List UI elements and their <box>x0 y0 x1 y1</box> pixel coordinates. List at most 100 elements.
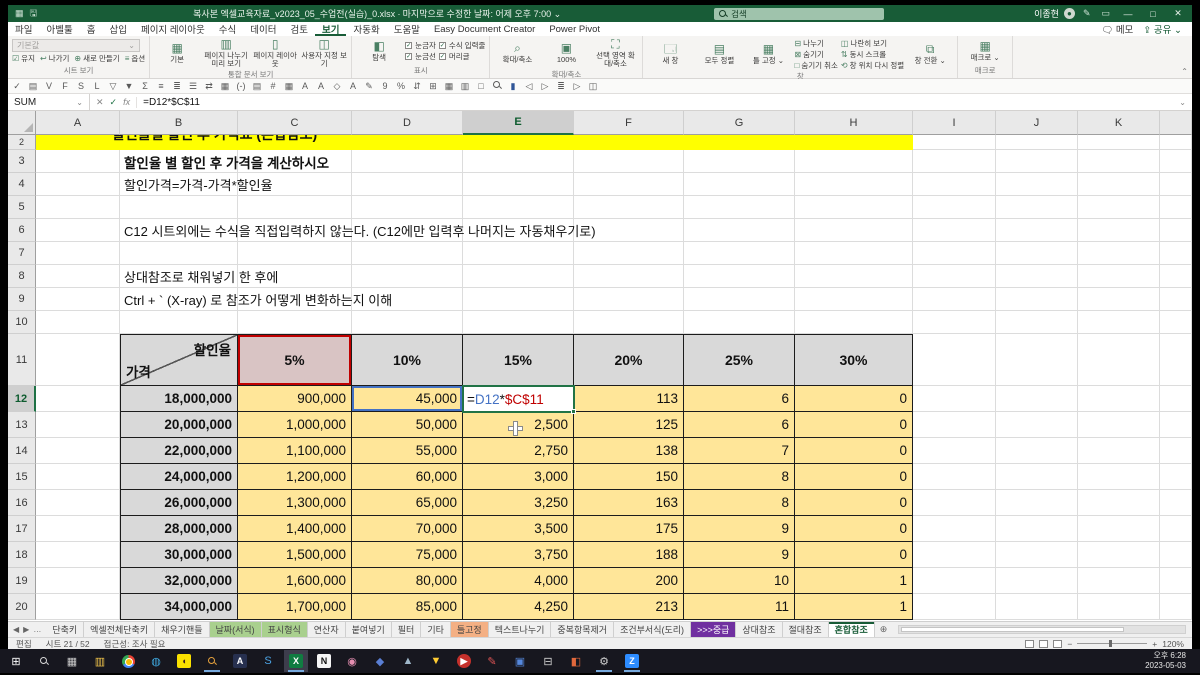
cell-F5[interactable] <box>574 196 684 219</box>
accessibility-status[interactable]: 접근성: 조사 필요 <box>104 638 166 650</box>
sheet-tab-기타[interactable]: 기타 <box>421 622 451 637</box>
ribbon-button-새로 만들기[interactable]: ⊕새로 만들기 <box>74 53 119 63</box>
row-header-19[interactable]: 19 <box>8 568 36 594</box>
cell-L10[interactable] <box>1160 311 1192 334</box>
cell-G10[interactable] <box>684 311 795 334</box>
sheet-tab-상대참조[interactable]: 상대참조 <box>736 622 782 637</box>
printer-icon[interactable]: ⊟ <box>536 650 560 672</box>
cell-A20[interactable] <box>36 594 120 620</box>
value-cell-F20[interactable]: 213 <box>574 594 684 620</box>
price-cell-B18[interactable]: 30,000,000 <box>120 542 238 568</box>
value-cell-C16[interactable]: 1,300,000 <box>238 490 352 516</box>
cell-L6[interactable] <box>1160 219 1192 242</box>
name-box[interactable]: SUM⌄ <box>8 94 90 110</box>
qat-icon-21[interactable]: A <box>348 81 358 91</box>
cell-D4[interactable] <box>352 173 463 196</box>
ribbon-button-나란히 보기[interactable]: ◫나란히 보기 <box>841 38 904 48</box>
ribbon-button-페이지 레이아웃[interactable]: ▯페이지 레이아웃 <box>252 38 298 68</box>
page-break-view-icon[interactable] <box>1053 640 1062 648</box>
value-cell-C17[interactable]: 1,400,000 <box>238 516 352 542</box>
horizontal-scrollbar[interactable] <box>898 625 1186 634</box>
cell-C10[interactable] <box>238 311 352 334</box>
cell-A13[interactable] <box>36 412 120 438</box>
sheet-tab-표시형식[interactable]: 표시형식 <box>262 622 308 637</box>
value-cell-H15[interactable]: 0 <box>795 464 913 490</box>
page-layout-view-icon[interactable] <box>1039 640 1048 648</box>
value-cell-H16[interactable]: 0 <box>795 490 913 516</box>
qat-icon-18[interactable]: A <box>300 81 310 91</box>
cell-I14[interactable] <box>913 438 996 464</box>
cell-F10[interactable] <box>574 311 684 334</box>
rate-header-5%[interactable]: 5% <box>238 334 352 386</box>
select-all-button[interactable] <box>8 111 36 135</box>
browser-icon[interactable]: ◍ <box>144 650 168 672</box>
cell-L15[interactable] <box>1160 464 1192 490</box>
checkbox-눈금자[interactable]: ✓눈금자 <box>405 41 436 51</box>
ribbon-button-옵션[interactable]: ≡옵션 <box>125 53 145 63</box>
price-cell-B12[interactable]: 18,000,000 <box>120 386 238 412</box>
cell-J18[interactable] <box>996 542 1078 568</box>
search-app-icon[interactable] <box>200 650 224 672</box>
cell-K15[interactable] <box>1078 464 1160 490</box>
price-cell-B13[interactable]: 20,000,000 <box>120 412 238 438</box>
normal-view-icon[interactable] <box>1025 640 1034 648</box>
value-cell-G19[interactable]: 10 <box>684 568 795 594</box>
rate-header-30%[interactable]: 30% <box>795 334 913 386</box>
value-cell-C14[interactable]: 1,100,000 <box>238 438 352 464</box>
sheet-tab-날짜(서식)[interactable]: 날짜(서식) <box>210 622 262 637</box>
cell-K9[interactable] <box>1078 288 1160 311</box>
cell-G8[interactable] <box>684 265 795 288</box>
rate-header-15%[interactable]: 15% <box>463 334 574 386</box>
column-header-B[interactable]: B <box>120 111 238 135</box>
value-cell-D19[interactable]: 80,000 <box>352 568 463 594</box>
cell-I12[interactable] <box>913 386 996 412</box>
ribbon-button-탐색[interactable]: ◧탐색 <box>356 40 402 62</box>
cell-E9[interactable] <box>463 288 574 311</box>
cell-I15[interactable] <box>913 464 996 490</box>
row-header-6[interactable]: 6 <box>8 219 36 242</box>
ribbon-button-유지[interactable]: ☑유지 <box>12 53 35 63</box>
cell-H9[interactable] <box>795 288 913 311</box>
sheet-tab-붙여넣기[interactable]: 붙여넣기 <box>346 622 392 637</box>
cell-L7[interactable] <box>1160 242 1192 265</box>
value-cell-G12[interactable]: 6 <box>684 386 795 412</box>
youtube-icon[interactable]: ▶ <box>452 650 476 672</box>
cell-L17[interactable] <box>1160 516 1192 542</box>
settings-gear-icon[interactable]: ⚙ <box>592 650 616 672</box>
qat-icon-0[interactable]: ✓ <box>12 81 22 92</box>
row-header-17[interactable]: 17 <box>8 516 36 542</box>
cell-F7[interactable] <box>574 242 684 265</box>
tab-삽입[interactable]: 삽입 <box>102 22 133 36</box>
row-header-11[interactable]: 11 <box>8 334 36 386</box>
row-header-7[interactable]: 7 <box>8 242 36 265</box>
value-cell-H17[interactable]: 0 <box>795 516 913 542</box>
column-header-E[interactable]: E <box>463 111 574 135</box>
cell-J13[interactable] <box>996 412 1078 438</box>
cell-A8[interactable] <box>36 265 120 288</box>
value-cell-D17[interactable]: 70,000 <box>352 516 463 542</box>
excel-icon[interactable]: X <box>284 650 308 672</box>
cell-K11[interactable] <box>1078 334 1160 386</box>
value-cell-C12[interactable]: 900,000 <box>238 386 352 412</box>
cell-K14[interactable] <box>1078 438 1160 464</box>
ribbon-button-동시 스크롤[interactable]: ⇅동시 스크롤 <box>841 49 904 59</box>
clock[interactable]: 오후 6:28 2023-05-03 <box>1145 651 1196 671</box>
cell-I19[interactable] <box>913 568 996 594</box>
cell-B5[interactable] <box>120 196 238 219</box>
qat-icon-1[interactable]: ▤ <box>28 81 38 92</box>
file-explorer-icon[interactable]: ▥ <box>88 650 112 672</box>
cell-H4[interactable] <box>795 173 913 196</box>
cell-L16[interactable] <box>1160 490 1192 516</box>
cell-L3[interactable] <box>1160 150 1192 173</box>
cell-L14[interactable] <box>1160 438 1192 464</box>
cell-F3[interactable] <box>574 150 684 173</box>
cell-I9[interactable] <box>913 288 996 311</box>
row-header-9[interactable]: 9 <box>8 288 36 311</box>
cell-L18[interactable] <box>1160 542 1192 568</box>
sheet-tab-중복항목제거[interactable]: 중복항목제거 <box>551 622 614 637</box>
sheet-tab-조건부서식(도리)[interactable]: 조건부서식(도리) <box>614 622 691 637</box>
ribbon-button-사용자 지정 보기[interactable]: ◫사용자 지정 보기 <box>301 38 347 68</box>
kakaotalk-icon[interactable]: ◖ <box>172 650 196 672</box>
cell-L19[interactable] <box>1160 568 1192 594</box>
value-cell-E17[interactable]: 3,500 <box>463 516 574 542</box>
